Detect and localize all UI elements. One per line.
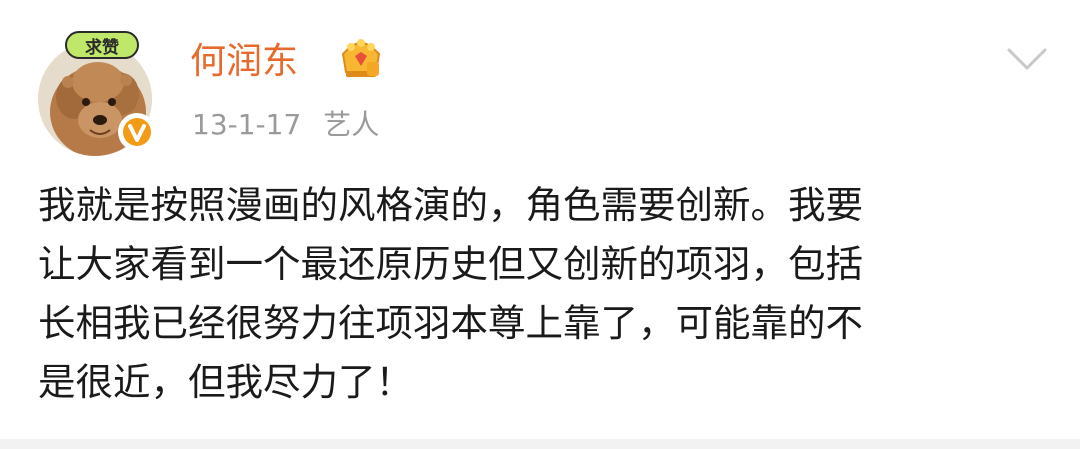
post-line: 长相我已经很努力往项羽本尊上靠了，可能靠的不	[38, 301, 863, 345]
post-date: 13-1-17	[192, 108, 302, 141]
post-line: 是很近，但我尽力了！	[38, 360, 413, 404]
crown-icon[interactable]	[338, 38, 384, 82]
post-line: 让大家看到一个最还原历史但又创新的项羽，包括	[38, 242, 863, 286]
username[interactable]: 何润东	[190, 38, 298, 86]
qiuzan-badge: 求赞	[64, 30, 140, 60]
verified-icon	[118, 113, 156, 151]
section-divider	[0, 439, 1080, 449]
post-line: 我就是按照漫画的风格演的，角色需要创新。我要	[38, 183, 863, 227]
weibo-post: 求赞 何润东 13-1-17 艺人 我就是按照漫画的风格演的，角色需要创新。我要	[0, 0, 1080, 449]
post-content: 我就是按照漫画的风格演的，角色需要创新。我要 让大家看到一个最还原历史但又创新的…	[38, 176, 1048, 412]
user-tag: 艺人	[323, 108, 380, 141]
chevron-down-icon[interactable]	[1004, 42, 1050, 76]
post-meta: 13-1-17 艺人	[192, 106, 379, 144]
badge-label: 求赞	[85, 38, 119, 58]
